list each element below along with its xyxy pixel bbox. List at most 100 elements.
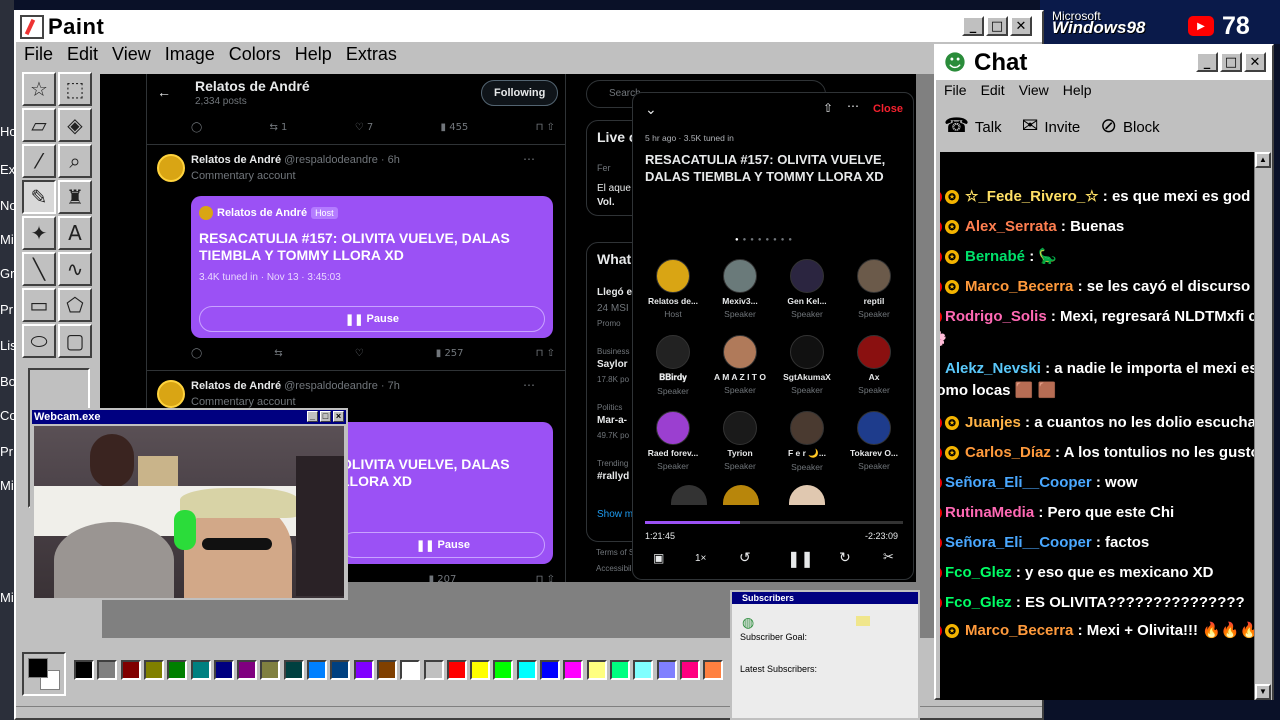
chat-menu-help[interactable]: Help [1063,82,1092,98]
palette-swatch[interactable] [74,660,94,680]
like-icon[interactable]: ♡ [355,348,364,364]
views-icon[interactable]: ▮ 207 [429,574,457,582]
post-author[interactable]: Relatos de André [191,154,281,166]
chat-username[interactable]: RutinaMedia [945,502,1034,524]
speed-button[interactable]: 1× [695,553,706,564]
palette-swatch[interactable] [679,660,700,680]
post-author[interactable]: Relatos de André [191,380,281,392]
footer-link[interactable]: Accessibil [596,564,632,573]
menu-colors[interactable]: Colors [229,44,281,70]
desktop-icon-label[interactable]: Pr [0,444,14,459]
share-icon[interactable]: ⇧ [823,101,833,115]
palette-swatch[interactable] [260,660,281,680]
trend-title[interactable]: Saylor [597,359,628,370]
palette-swatch[interactable] [143,660,164,680]
show-more-link[interactable]: Show m [597,509,633,520]
menu-edit[interactable]: Edit [67,44,98,70]
desktop-icon-label[interactable]: Co [0,408,14,423]
chat-title-bar[interactable]: ☻ Chat _ □ ✕ [936,46,1272,80]
desktop-icon-label[interactable]: Mi [0,478,14,493]
chat-menu-view[interactable]: View [1019,82,1049,98]
close-space-button[interactable]: Close [873,103,903,115]
palette-swatch[interactable] [586,660,607,680]
desktop-icon-label[interactable]: Bo [0,374,14,389]
views-icon[interactable]: ▮ 455 [441,122,469,138]
maximize-button[interactable]: □ [320,411,331,422]
chat-username[interactable]: Fco_Glez [945,592,1012,614]
trend-title[interactable]: Llegó e [597,287,632,298]
captions-icon[interactable]: ▣ [653,551,664,565]
palette-swatch[interactable] [120,660,141,680]
palette-swatch[interactable] [540,660,560,680]
more-icon[interactable]: ⋯ [523,378,535,392]
menu-image[interactable]: Image [165,44,215,70]
menu-view[interactable]: View [112,44,151,70]
following-button[interactable]: Following [481,80,559,106]
participant[interactable]: reptil Speaker [842,259,906,319]
foreground-color[interactable] [28,658,48,678]
chat-username[interactable]: Alex_Serrata [965,216,1057,238]
desktop-icon-label[interactable]: Pr [0,302,14,317]
avatar[interactable] [157,380,185,408]
participant[interactable]: Raed forev... Speaker [641,411,705,471]
trend-title[interactable]: Mar-a- [597,415,627,426]
block-button[interactable]: ⊘ Block [1100,113,1159,137]
collapse-chevron-icon[interactable]: ⌄ [645,101,657,118]
minimize-button[interactable]: _ [1196,52,1218,72]
reply-icon[interactable]: ◯ [191,122,202,138]
webcam-title-bar[interactable]: Webcam.exe _ □ × [32,410,346,424]
menu-extras[interactable]: Extras [346,44,397,70]
rectangle-tool-icon[interactable]: ▭ [22,288,56,322]
participant[interactable]: Mexiv3... Speaker [708,259,772,319]
talk-button[interactable]: ☎ Talk [944,113,1002,137]
more-icon[interactable]: ⋯ [847,99,859,113]
desktop-icon-label[interactable]: Mi [0,232,14,247]
palette-swatch[interactable] [330,660,351,680]
pause-icon[interactable]: ❚❚ [787,549,814,569]
desktop-icon-label[interactable]: Ex [0,162,14,177]
participant[interactable]: Gen Kel... Speaker [775,259,839,319]
curve-tool-icon[interactable]: ∿ [58,252,92,286]
like-icon[interactable]: ♡ 7 [355,122,374,138]
retweet-icon[interactable]: ⇆ 1 [269,122,287,138]
chat-username[interactable]: Señora_Eli__Cooper [945,472,1092,494]
airbrush-tool-icon[interactable]: ✦ [22,216,56,250]
palette-swatch[interactable] [703,660,724,680]
scroll-down-icon[interactable]: ▼ [1255,684,1271,700]
magnifier-tool-icon[interactable]: ⌕ [58,144,92,178]
views-icon[interactable]: ▮ 257 [436,348,464,364]
rewind-icon[interactable]: ↺ [739,549,751,566]
participant[interactable]: Tokarev O... Speaker [842,411,906,471]
subscribers-title-bar[interactable]: Subscribers [732,592,918,604]
text-tool-icon[interactable]: A [58,216,92,250]
chat-username[interactable]: Señora_Eli__Cooper [945,532,1092,554]
eraser-tool-icon[interactable]: ▱ [22,108,56,142]
palette-swatch[interactable] [563,660,584,680]
palette-swatch[interactable] [237,660,258,680]
bookmark-icon[interactable]: ⊓ ⇧ [536,348,555,364]
chat-username[interactable]: Fco_Glez [945,562,1012,584]
minimize-button[interactable]: _ [962,16,984,36]
chat-username[interactable]: Marco_Becerra [965,620,1073,642]
chat-username[interactable]: Marco_Becerra [965,276,1073,298]
rounded-rect-tool-icon[interactable]: ▢ [58,324,92,358]
chat-username[interactable]: Bernabé [965,246,1025,268]
palette-swatch[interactable] [190,660,211,680]
back-icon[interactable]: ← [157,84,171,100]
palette-swatch[interactable] [656,660,677,680]
line-tool-icon[interactable]: ╲ [22,252,56,286]
desktop-icon-label[interactable]: No [0,198,14,213]
polygon-tool-icon[interactable]: ⬠ [58,288,92,322]
maximize-button[interactable]: □ [1220,52,1242,72]
participant[interactable]: A M A Z I T O Speaker [708,335,772,395]
fill-tool-icon[interactable]: ◈ [58,108,92,142]
progress-track[interactable] [645,521,903,524]
brush-tool-icon[interactable]: ♜ [58,180,92,214]
pause-button[interactable]: ❚❚ Pause [199,306,545,332]
footer-link[interactable]: Terms of S [596,548,634,557]
chat-scrollbar[interactable]: ▲ ▼ [1254,152,1272,700]
close-button[interactable]: ✕ [1010,16,1032,36]
participant[interactable]: F e r 🌙... Speaker [775,411,839,472]
chat-username[interactable]: ☆_Fede_Rivero_☆ [965,186,1099,208]
bookmark-icon[interactable]: ⊓ ⇧ [536,574,555,582]
